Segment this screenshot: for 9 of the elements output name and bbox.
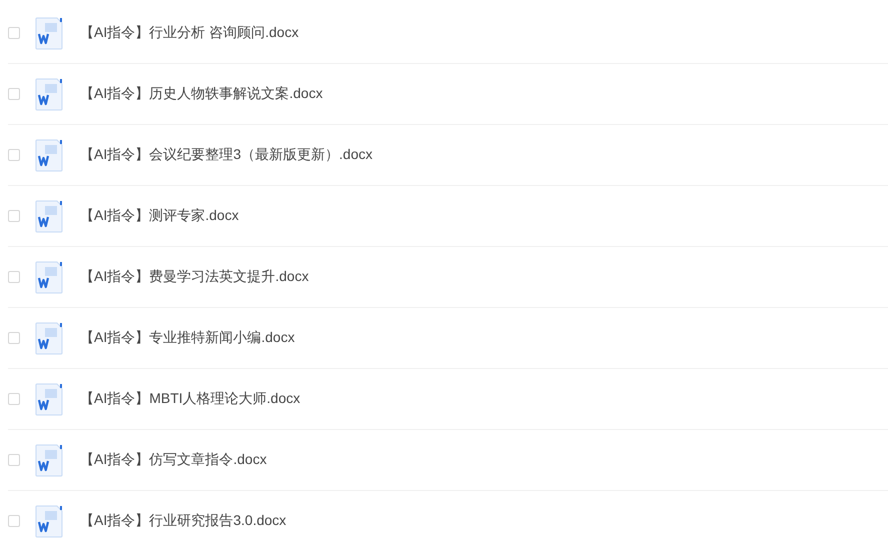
file-name[interactable]: 【AI指令】费曼学习法英文提升.docx bbox=[80, 268, 309, 286]
file-name[interactable]: 【AI指令】行业研究报告3.0.docx bbox=[80, 512, 286, 530]
file-name[interactable]: 【AI指令】专业推特新闻小编.docx bbox=[80, 329, 295, 347]
file-name[interactable]: 【AI指令】测评专家.docx bbox=[80, 207, 239, 225]
file-name[interactable]: 【AI指令】会议纪要整理3（最新版更新）.docx bbox=[80, 146, 372, 164]
file-name[interactable]: 【AI指令】MBTI人格理论大师.docx bbox=[80, 390, 300, 408]
file-name[interactable]: 【AI指令】历史人物轶事解说文案.docx bbox=[80, 85, 323, 103]
file-name[interactable]: 【AI指令】行业分析 咨询顾问.docx bbox=[80, 24, 299, 42]
file-name[interactable]: 【AI指令】仿写文章指令.docx bbox=[80, 451, 267, 469]
